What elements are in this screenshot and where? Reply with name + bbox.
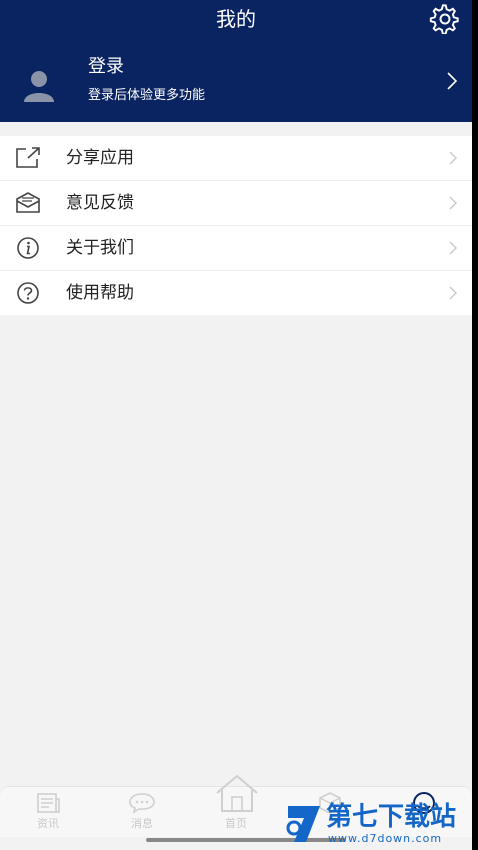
settings-button[interactable]: [428, 4, 462, 35]
menu-item-label: 意见反馈: [66, 193, 134, 213]
chevron-right-icon: [449, 196, 457, 210]
mail-icon: [16, 192, 40, 213]
home-icon: [216, 774, 258, 812]
news-icon: [37, 793, 60, 813]
login-row[interactable]: 登录 登录后体验更多功能: [0, 44, 472, 122]
page-title: 我的: [216, 7, 256, 31]
gear-icon: [429, 4, 459, 35]
chevron-right-icon: [449, 286, 457, 300]
info-icon: [17, 237, 39, 259]
menu-item-help[interactable]: 使用帮助: [0, 271, 472, 315]
screen: 我的 登录 登录后体验更多功能 分享应用 意见反馈 关于我们 使用帮助 资讯 消…: [0, 0, 472, 850]
tab-messages[interactable]: 消息: [112, 787, 172, 837]
login-subtitle: 登录后体验更多功能: [88, 88, 206, 103]
menu-item-label: 分享应用: [66, 148, 134, 168]
tab-label: 资讯: [37, 817, 59, 830]
chevron-right-icon: [447, 72, 458, 90]
person-silhouette-icon: [24, 71, 54, 102]
tab-label: 消息: [131, 817, 153, 830]
chevron-right-icon: [449, 241, 457, 255]
menu-list: 分享应用 意见反馈 关于我们 使用帮助: [0, 136, 472, 315]
d7-logo-icon: [286, 806, 320, 842]
tab-news[interactable]: 资讯: [18, 787, 78, 837]
header: 我的 登录 登录后体验更多功能: [0, 0, 472, 122]
menu-item-label: 关于我们: [66, 238, 134, 258]
share-icon: [16, 147, 40, 168]
chat-icon: [129, 793, 155, 814]
tab-label: 首页: [225, 817, 247, 830]
watermark-url: www.d7down.com: [328, 832, 443, 845]
login-title: 登录: [88, 56, 124, 77]
menu-item-feedback[interactable]: 意见反馈: [0, 181, 472, 226]
menu-item-share[interactable]: 分享应用: [0, 136, 472, 181]
watermark: 第七下载站 www.d7down.com: [284, 800, 478, 850]
watermark-text: 第七下载站: [326, 802, 457, 832]
help-icon: [17, 282, 39, 304]
tab-home[interactable]: 首页: [206, 774, 266, 837]
chevron-right-icon: [449, 151, 457, 165]
menu-item-about[interactable]: 关于我们: [0, 226, 472, 271]
menu-item-label: 使用帮助: [66, 283, 134, 303]
